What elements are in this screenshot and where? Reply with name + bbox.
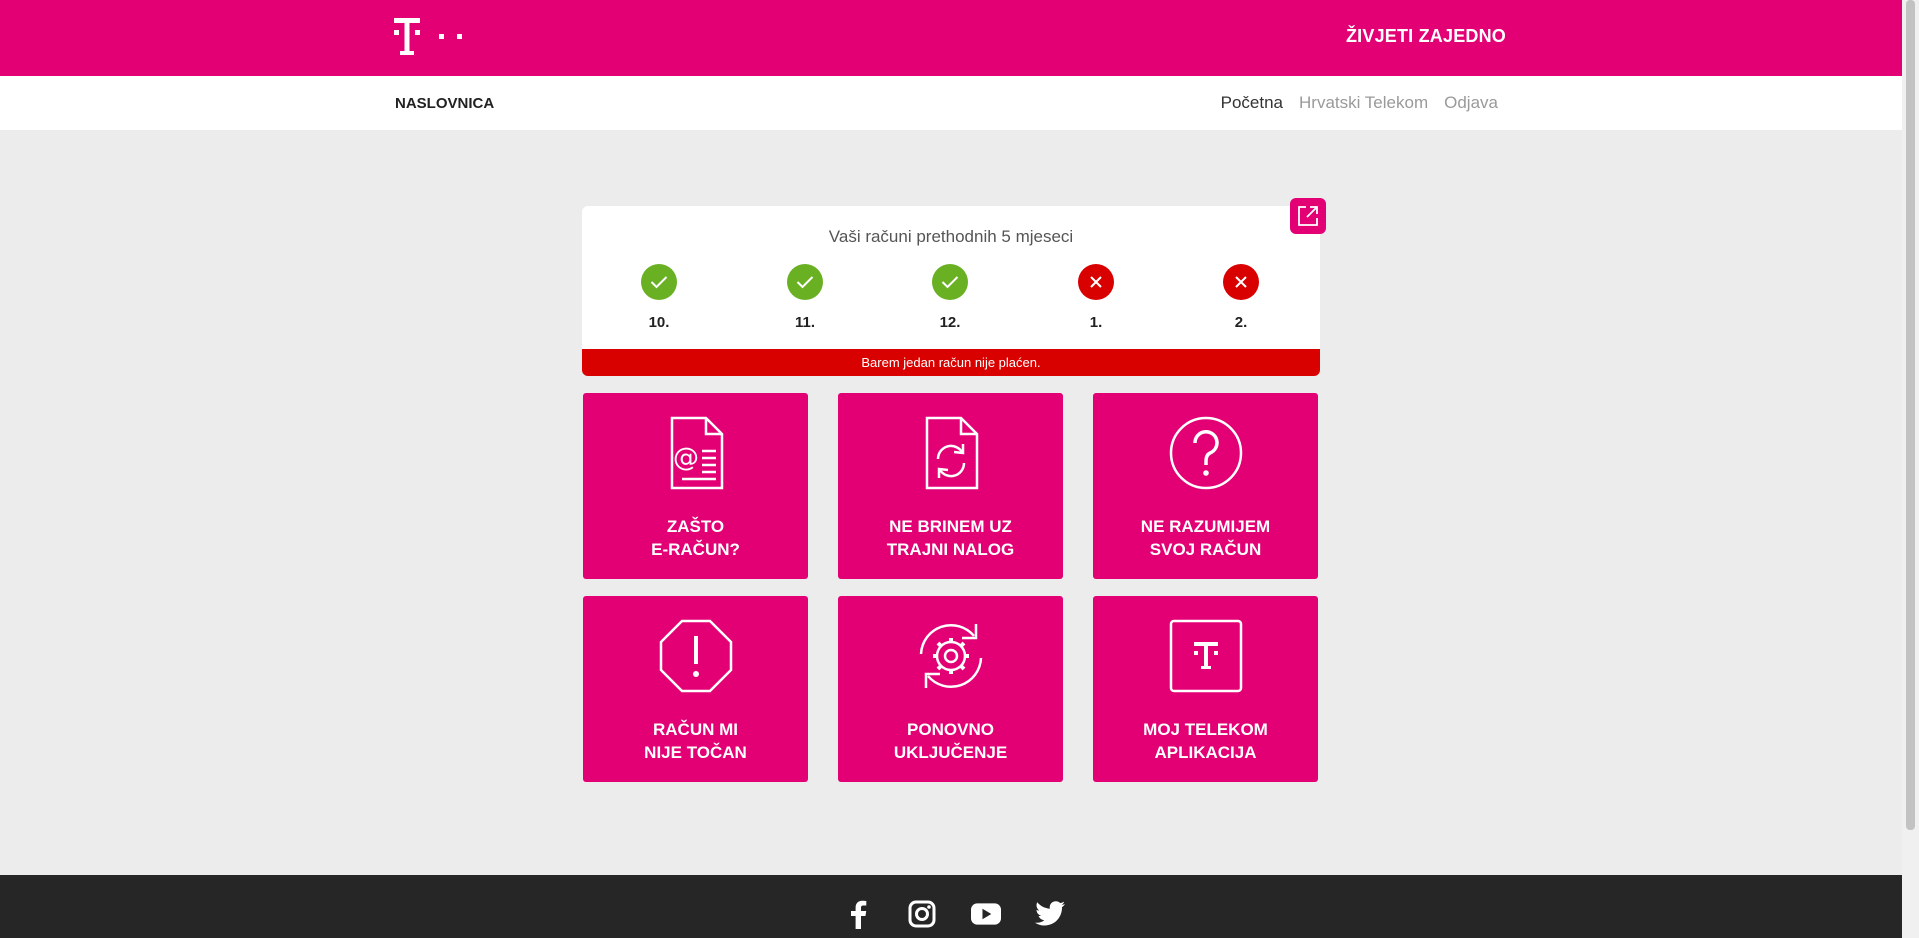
bill-month-item[interactable]: 2.	[1211, 264, 1271, 331]
tile-label: NE RAZUMIJEM SVOJ RAČUN	[1140, 517, 1271, 559]
bills-history-title: Vaši računi prethodnih 5 mjeseci	[828, 227, 1074, 246]
nav-links: Početna Hrvatski Telekom Odjava	[1221, 93, 1498, 113]
bill-month-item[interactable]: 12.	[920, 264, 980, 331]
bill-month-item[interactable]: 1.	[1066, 264, 1126, 331]
tile-moj-telekom-aplikacija[interactable]: MOJ TELEKOM APLIKACIJA	[1093, 596, 1318, 782]
bill-month-item[interactable]: 10.	[629, 264, 689, 331]
e-bill-icon: @	[670, 416, 723, 490]
bill-month-label: 10.	[648, 314, 670, 331]
bill-month-label: 1.	[1089, 314, 1103, 331]
svg-text:@: @	[673, 443, 699, 473]
cross-icon	[1223, 264, 1259, 300]
reconnect-gear-icon	[919, 623, 982, 689]
youtube-icon[interactable]	[970, 899, 1001, 929]
tile-label: PONOVNO UKLJUČENJE	[893, 720, 1008, 762]
facebook-icon[interactable]	[843, 899, 873, 929]
tile-label: RAČUN MI NIJE TOČAN	[644, 720, 747, 762]
tile-racun-nije-tocan[interactable]: RAČUN MI NIJE TOČAN	[583, 596, 808, 782]
telekom-logo-icon[interactable]	[394, 18, 474, 58]
scrollbar-thumb[interactable]	[1906, 0, 1915, 830]
open-external-button[interactable]	[1290, 198, 1326, 234]
question-icon	[1169, 416, 1242, 490]
bills-history-card: Vaši računi prethodnih 5 mjeseci 10. 11.…	[582, 206, 1320, 376]
standing-order-icon	[925, 416, 978, 490]
page-title: NASLOVNICA	[395, 95, 495, 112]
social-links	[0, 899, 1902, 929]
unpaid-alert-banner: Barem jedan račun nije plaćen.	[582, 349, 1320, 376]
tile-trajni-nalog[interactable]: NE BRINEM UZ TRAJNI NALOG	[838, 393, 1063, 579]
footer	[0, 875, 1902, 938]
cross-icon	[1078, 264, 1114, 300]
tile-ponovno-ukljucenje[interactable]: PONOVNO UKLJUČENJE	[838, 596, 1063, 782]
tile-label: NE BRINEM UZ TRAJNI NALOG	[886, 517, 1015, 559]
bill-month-item[interactable]: 11.	[775, 264, 835, 331]
bill-month-label: 11.	[794, 314, 816, 331]
check-icon	[641, 264, 677, 300]
warning-octagon-icon	[659, 619, 732, 693]
bill-month-label: 12.	[939, 314, 961, 331]
check-icon	[787, 264, 823, 300]
nav-bar: NASLOVNICA Početna Hrvatski Telekom Odja…	[0, 76, 1902, 130]
bill-month-label: 2.	[1234, 314, 1248, 331]
nav-link-hrvatski-telekom[interactable]: Hrvatski Telekom	[1299, 93, 1428, 113]
tile-label: MOJ TELEKOM APLIKACIJA	[1143, 720, 1268, 762]
nav-link-pocetna[interactable]: Početna	[1221, 93, 1283, 113]
page-scrollbar[interactable]	[1902, 0, 1919, 938]
telekom-app-icon	[1169, 619, 1242, 693]
external-link-icon	[1298, 206, 1318, 226]
check-icon	[932, 264, 968, 300]
tile-zasto-e-racun[interactable]: @ ZAŠTO E-RAČUN?	[583, 393, 808, 579]
tile-label: ZAŠTO E-RAČUN?	[651, 517, 740, 559]
instagram-icon[interactable]	[907, 899, 937, 929]
tile-ne-razumijem-racun[interactable]: NE RAZUMIJEM SVOJ RAČUN	[1093, 393, 1318, 579]
nav-link-odjava[interactable]: Odjava	[1444, 93, 1498, 113]
twitter-icon[interactable]	[1034, 899, 1065, 929]
top-header: ŽIVJETI ZAJEDNO	[0, 0, 1902, 76]
header-slogan: ŽIVJETI ZAJEDNO	[1345, 26, 1506, 46]
